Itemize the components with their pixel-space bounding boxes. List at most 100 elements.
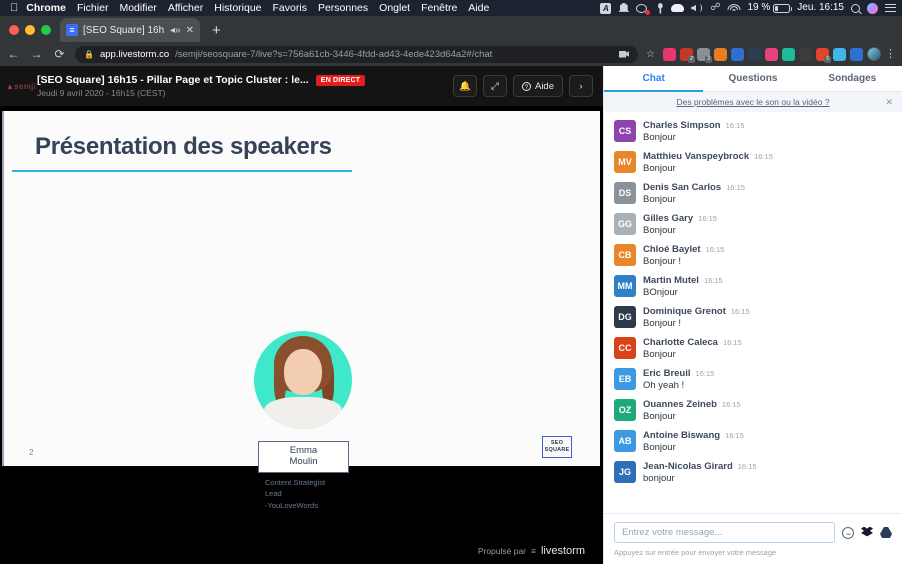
avatar: CC — [614, 337, 636, 359]
app-square-icon[interactable] — [600, 2, 612, 14]
chrome-profile-avatar[interactable] — [867, 47, 881, 61]
presentation-stage: Présentation des speakers Emma Moulin Co… — [0, 106, 603, 564]
event-title: [SEO Square] 16h15 - Pillar Page et Topi… — [37, 74, 309, 86]
menu-item-afficher[interactable]: Afficher — [168, 2, 203, 14]
menu-item-onglet[interactable]: Onglet — [379, 2, 410, 14]
menubar-status-area: ☍ 19 % Jeu. 16:15 — [600, 2, 896, 15]
extension-icon-5[interactable] — [731, 47, 744, 61]
chat-message-meta: Ouannes Zeineb 16:15 — [643, 399, 892, 410]
event-title-block: [SEO Square] 16h15 - Pillar Page et Topi… — [34, 74, 453, 98]
menu-item-aide[interactable]: Aide — [468, 2, 489, 14]
chat-author: Chloé Baylet — [643, 244, 701, 255]
menu-item-chrome[interactable]: Chrome — [26, 2, 66, 14]
menu-item-modifier[interactable]: Modifier — [119, 2, 156, 14]
chrome-menu-icon[interactable]: ⋮ — [885, 48, 896, 60]
extension-icon-3[interactable]: 3 — [697, 47, 712, 63]
extension-icon-9[interactable] — [799, 47, 812, 61]
tab-questions[interactable]: Questions — [703, 66, 802, 91]
address-bar[interactable]: 🔒 app.livestorm.co/semji/seosquare-7/liv… — [75, 45, 639, 63]
apple-logo-icon[interactable]:  — [10, 2, 18, 14]
chat-message-meta: Martin Mutel 16:15 — [643, 275, 892, 286]
bookmark-star-icon[interactable]: ☆ — [646, 49, 655, 60]
chat-message: CB Chloé Baylet 16:15 Bonjour ! — [604, 241, 902, 272]
control-center-icon[interactable] — [885, 3, 896, 13]
tab-mute-icon[interactable]: ◂» — [170, 25, 181, 36]
speaker-last-name: Moulin — [289, 456, 318, 467]
browser-tab[interactable]: [SEO Square] 16h15 - Pillar P ◂» ✕ — [60, 18, 200, 42]
battery-icon[interactable]: 19 % — [747, 3, 793, 13]
macos-menubar:  Chrome Fichier Modifier Afficher Histo… — [0, 0, 902, 16]
banner-close-icon[interactable]: ✕ — [885, 97, 893, 108]
maximize-window-button[interactable] — [41, 25, 51, 35]
notification-bell-icon[interactable] — [618, 2, 630, 14]
livestorm-brand-label: livestorm — [540, 545, 585, 557]
volume-icon[interactable] — [691, 3, 703, 13]
minimize-window-button[interactable] — [25, 25, 35, 35]
avatar: OZ — [614, 399, 636, 421]
dropbox-cloud-icon[interactable] — [671, 4, 685, 12]
menu-item-historique[interactable]: Historique — [214, 2, 261, 14]
extension-icon-4[interactable] — [714, 47, 727, 61]
menu-item-fichier[interactable]: Fichier — [77, 2, 109, 14]
menubar-clock[interactable]: Jeu. 16:15 — [797, 3, 844, 13]
troubleshoot-banner: Des problèmes avec le son ou la vidéo ? … — [604, 92, 902, 112]
camera-recording-icon[interactable] — [636, 3, 651, 15]
extension-icon-10[interactable]: 5 — [816, 47, 831, 63]
chat-message-body: Jean-Nicolas Girard 16:15 bonjour — [643, 461, 892, 484]
siri-icon[interactable] — [867, 2, 878, 14]
extension-icon-7[interactable] — [765, 47, 778, 61]
chat-message: CS Charles Simpson 16:15 Bonjour — [604, 117, 902, 148]
back-button[interactable]: ← — [6, 47, 21, 61]
notifications-button[interactable]: 🔔 — [452, 75, 477, 97]
semji-logo[interactable]: ▲semji — [6, 81, 37, 91]
avatar: EB — [614, 368, 636, 390]
menu-item-personnes[interactable]: Personnes — [318, 2, 368, 14]
extension-icon-notion[interactable] — [748, 47, 761, 61]
forward-button[interactable]: → — [29, 47, 44, 61]
extension-icon-grammarly[interactable] — [782, 47, 795, 61]
reload-button[interactable]: ⟳ — [52, 47, 67, 61]
google-drive-icon[interactable] — [880, 527, 892, 538]
chat-message: MV Matthieu Vanspeybrock 16:15 Bonjour — [604, 148, 902, 179]
chat-text: Bonjour — [643, 442, 676, 453]
chat-text: Bonjour — [643, 163, 676, 174]
chat-author: Charlotte Caleca — [643, 337, 718, 348]
media-camera-indicator-icon[interactable] — [619, 50, 630, 58]
chat-message-list[interactable]: CS Charles Simpson 16:15 Bonjour MV Matthieu … — [604, 112, 902, 513]
tab-chat[interactable]: Chat — [604, 66, 704, 92]
chat-message: EB Eric Breuil 16:15 Oh yeah ! — [604, 365, 902, 396]
semji-logo-label: semji — [14, 81, 37, 91]
chat-timestamp: 16:15 — [725, 121, 745, 130]
slide-title: Présentation des speakers — [35, 133, 332, 160]
troubleshoot-link[interactable]: Des problèmes avec le son ou la vidéo ? — [676, 97, 829, 107]
spotlight-search-icon[interactable] — [851, 3, 860, 13]
menu-item-fenetre[interactable]: Fenêtre — [421, 2, 457, 14]
extension-icon-11[interactable] — [833, 47, 846, 61]
bell-icon: 🔔 — [459, 80, 471, 92]
avatar: CB — [614, 244, 636, 266]
chat-author: Dominique Grenot — [643, 306, 726, 317]
help-button[interactable]: Aide — [512, 75, 563, 97]
close-window-button[interactable] — [9, 25, 19, 35]
key-icon[interactable] — [656, 2, 664, 14]
menu-item-favoris[interactable]: Favoris — [273, 2, 307, 14]
extension-icon-2[interactable]: 2 — [680, 47, 695, 63]
livestorm-favicon-icon — [66, 24, 78, 36]
dropbox-icon[interactable] — [861, 526, 873, 537]
extension-icon-12[interactable] — [850, 47, 863, 61]
message-input[interactable]: Entrez votre message... — [614, 522, 835, 543]
wifi-icon[interactable] — [727, 3, 741, 13]
tab-close-icon[interactable]: ✕ — [186, 25, 194, 36]
bluetooth-icon[interactable]: ☍ — [710, 3, 720, 13]
fullscreen-button[interactable]: ⤢ — [482, 75, 507, 97]
chat-message-meta: Charles Simpson 16:15 — [643, 120, 892, 131]
new-tab-button[interactable]: + — [212, 22, 221, 42]
speaker-role-block: Content Strategist Lead -YouLoveWords — [265, 477, 325, 511]
avatar: DG — [614, 306, 636, 328]
chat-message-body: Eric Breuil 16:15 Oh yeah ! — [643, 368, 892, 391]
collapse-panel-button[interactable]: › — [569, 75, 593, 97]
extension-icon-1[interactable] — [663, 47, 676, 61]
tab-sondages[interactable]: Sondages — [803, 66, 902, 91]
emoji-icon[interactable] — [842, 526, 854, 539]
avatar: DS — [614, 182, 636, 204]
